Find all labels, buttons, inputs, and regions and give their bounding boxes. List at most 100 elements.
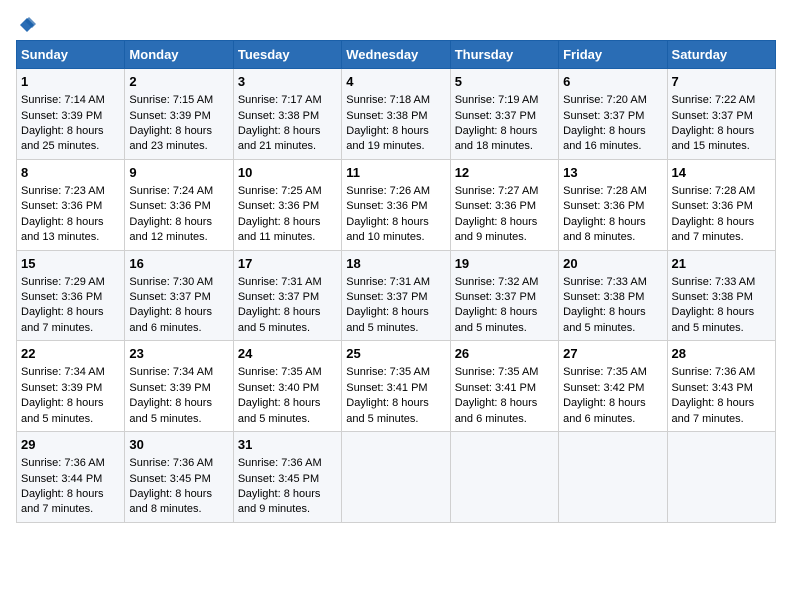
calendar-cell: 26Sunrise: 7:35 AMSunset: 3:41 PMDayligh… xyxy=(450,341,558,432)
week-row-1: 1Sunrise: 7:14 AMSunset: 3:39 PMDaylight… xyxy=(17,69,776,160)
sunset-text: Sunset: 3:45 PM xyxy=(129,473,210,485)
sunrise-text: Sunrise: 7:36 AM xyxy=(21,457,105,469)
header-cell-monday: Monday xyxy=(125,41,233,69)
sunset-text: Sunset: 3:39 PM xyxy=(21,110,102,122)
daylight-text: Daylight: 8 hours and 10 minutes. xyxy=(346,216,429,243)
sunrise-text: Sunrise: 7:27 AM xyxy=(455,185,539,197)
sunset-text: Sunset: 3:37 PM xyxy=(672,110,753,122)
sunset-text: Sunset: 3:36 PM xyxy=(21,291,102,303)
sunrise-text: Sunrise: 7:24 AM xyxy=(129,185,213,197)
daylight-text: Daylight: 8 hours and 7 minutes. xyxy=(21,306,104,333)
sunset-text: Sunset: 3:40 PM xyxy=(238,382,319,394)
daylight-text: Daylight: 8 hours and 5 minutes. xyxy=(346,306,429,333)
logo-icon xyxy=(18,16,36,34)
calendar-cell: 29Sunrise: 7:36 AMSunset: 3:44 PMDayligh… xyxy=(17,432,125,523)
daylight-text: Daylight: 8 hours and 5 minutes. xyxy=(455,306,538,333)
daylight-text: Daylight: 8 hours and 5 minutes. xyxy=(238,306,321,333)
daylight-text: Daylight: 8 hours and 8 minutes. xyxy=(563,216,646,243)
sunset-text: Sunset: 3:36 PM xyxy=(238,200,319,212)
daylight-text: Daylight: 8 hours and 6 minutes. xyxy=(455,397,538,424)
page-header xyxy=(16,16,776,32)
sunrise-text: Sunrise: 7:35 AM xyxy=(238,366,322,378)
day-number: 19 xyxy=(455,255,554,273)
sunset-text: Sunset: 3:38 PM xyxy=(672,291,753,303)
sunrise-text: Sunrise: 7:18 AM xyxy=(346,94,430,106)
calendar-cell: 16Sunrise: 7:30 AMSunset: 3:37 PMDayligh… xyxy=(125,250,233,341)
calendar-cell: 20 Sunrise: 7:33 AM Sunset: 3:38 PM Dayligh… xyxy=(559,250,667,341)
calendar-cell: 13Sunrise: 7:28 AMSunset: 3:36 PMDayligh… xyxy=(559,159,667,250)
header-cell-sunday: Sunday xyxy=(17,41,125,69)
day-number: 24 xyxy=(238,345,337,363)
daylight-text: Daylight: 8 hours and 23 minutes. xyxy=(129,125,212,152)
day-number: 16 xyxy=(129,255,228,273)
daylight-text: Daylight: 8 hours and 9 minutes. xyxy=(455,216,538,243)
day-number: 17 xyxy=(238,255,337,273)
sunrise-text: Sunrise: 7:31 AM xyxy=(238,276,322,288)
sunrise-text: Sunrise: 7:19 AM xyxy=(455,94,539,106)
calendar-cell: 21Sunrise: 7:33 AMSunset: 3:38 PMDayligh… xyxy=(667,250,775,341)
daylight-text: Daylight: 8 hours and 8 minutes. xyxy=(129,488,212,515)
daylight-text: Daylight: 8 hours and 5 minutes. xyxy=(21,397,104,424)
calendar-cell: 19Sunrise: 7:32 AMSunset: 3:37 PMDayligh… xyxy=(450,250,558,341)
day-number: 15 xyxy=(21,255,120,273)
calendar-cell: 3Sunrise: 7:17 AMSunset: 3:38 PMDaylight… xyxy=(233,69,341,160)
sunrise-text: Sunrise: 7:14 AM xyxy=(21,94,105,106)
calendar-cell: 1Sunrise: 7:14 AMSunset: 3:39 PMDaylight… xyxy=(17,69,125,160)
daylight-text: Daylight: 8 hours and 5 minutes. xyxy=(238,397,321,424)
sunset-text: Sunset: 3:37 PM xyxy=(129,291,210,303)
daylight-text: Daylight: 8 hours and 7 minutes. xyxy=(21,488,104,515)
day-number: 31 xyxy=(238,436,337,454)
day-number: 29 xyxy=(21,436,120,454)
day-number: 23 xyxy=(129,345,228,363)
daylight-text: Daylight: 8 hours and 6 minutes. xyxy=(563,397,646,424)
day-number: 12 xyxy=(455,164,554,182)
header-row: SundayMondayTuesdayWednesdayThursdayFrid… xyxy=(17,41,776,69)
day-number: 4 xyxy=(346,73,445,91)
day-number: 27 xyxy=(563,345,662,363)
sunset-text: Sunset: 3:38 PM xyxy=(346,110,427,122)
calendar-cell: 24 Sunrise: 7:35 AM Sunset: 3:40 PM Dayligh… xyxy=(233,341,341,432)
calendar-cell: 14Sunrise: 7:28 AMSunset: 3:36 PMDayligh… xyxy=(667,159,775,250)
day-number: 18 xyxy=(346,255,445,273)
day-number: 2 xyxy=(129,73,228,91)
sunrise-text: Sunrise: 7:31 AM xyxy=(346,276,430,288)
sunrise-text: Sunrise: 7:17 AM xyxy=(238,94,322,106)
sunset-text: Sunset: 3:39 PM xyxy=(129,382,210,394)
calendar-cell: 30Sunrise: 7:36 AMSunset: 3:45 PMDayligh… xyxy=(125,432,233,523)
daylight-text: Daylight: 8 hours and 5 minutes. xyxy=(346,397,429,424)
calendar-cell: 15 Sunrise: 7:29 AM Sunset: 3:36 PM Dayligh… xyxy=(17,250,125,341)
day-number: 20 xyxy=(563,255,662,273)
day-number: 8 xyxy=(21,164,120,182)
header-cell-thursday: Thursday xyxy=(450,41,558,69)
calendar-cell: 4Sunrise: 7:18 AMSunset: 3:38 PMDaylight… xyxy=(342,69,450,160)
sunset-text: Sunset: 3:36 PM xyxy=(672,200,753,212)
day-number: 7 xyxy=(672,73,771,91)
header-cell-wednesday: Wednesday xyxy=(342,41,450,69)
sunrise-text: Sunrise: 7:33 AM xyxy=(563,276,647,288)
day-number: 14 xyxy=(672,164,771,182)
sunset-text: Sunset: 3:37 PM xyxy=(563,110,644,122)
daylight-text: Daylight: 8 hours and 7 minutes. xyxy=(672,397,755,424)
day-number: 21 xyxy=(672,255,771,273)
sunrise-text: Sunrise: 7:29 AM xyxy=(21,276,105,288)
daylight-text: Daylight: 8 hours and 25 minutes. xyxy=(21,125,104,152)
calendar-cell: 11Sunrise: 7:26 AMSunset: 3:36 PMDayligh… xyxy=(342,159,450,250)
sunset-text: Sunset: 3:43 PM xyxy=(672,382,753,394)
calendar-cell: 10Sunrise: 7:25 AMSunset: 3:36 PMDayligh… xyxy=(233,159,341,250)
sunrise-text: Sunrise: 7:33 AM xyxy=(672,276,756,288)
calendar-cell: 5Sunrise: 7:19 AMSunset: 3:37 PMDaylight… xyxy=(450,69,558,160)
sunrise-text: Sunrise: 7:34 AM xyxy=(21,366,105,378)
sunset-text: Sunset: 3:37 PM xyxy=(346,291,427,303)
week-row-3: 15 Sunrise: 7:29 AM Sunset: 3:36 PM Dayligh… xyxy=(17,250,776,341)
calendar-cell: 12Sunrise: 7:27 AMSunset: 3:36 PMDayligh… xyxy=(450,159,558,250)
day-number: 13 xyxy=(563,164,662,182)
sunrise-text: Sunrise: 7:22 AM xyxy=(672,94,756,106)
calendar-cell: 25Sunrise: 7:35 AMSunset: 3:41 PMDayligh… xyxy=(342,341,450,432)
header-cell-saturday: Saturday xyxy=(667,41,775,69)
daylight-text: Daylight: 8 hours and 5 minutes. xyxy=(563,306,646,333)
daylight-text: Daylight: 8 hours and 16 minutes. xyxy=(563,125,646,152)
sunset-text: Sunset: 3:38 PM xyxy=(563,291,644,303)
sunset-text: Sunset: 3:41 PM xyxy=(455,382,536,394)
sunrise-text: Sunrise: 7:34 AM xyxy=(129,366,213,378)
daylight-text: Daylight: 8 hours and 9 minutes. xyxy=(238,488,321,515)
